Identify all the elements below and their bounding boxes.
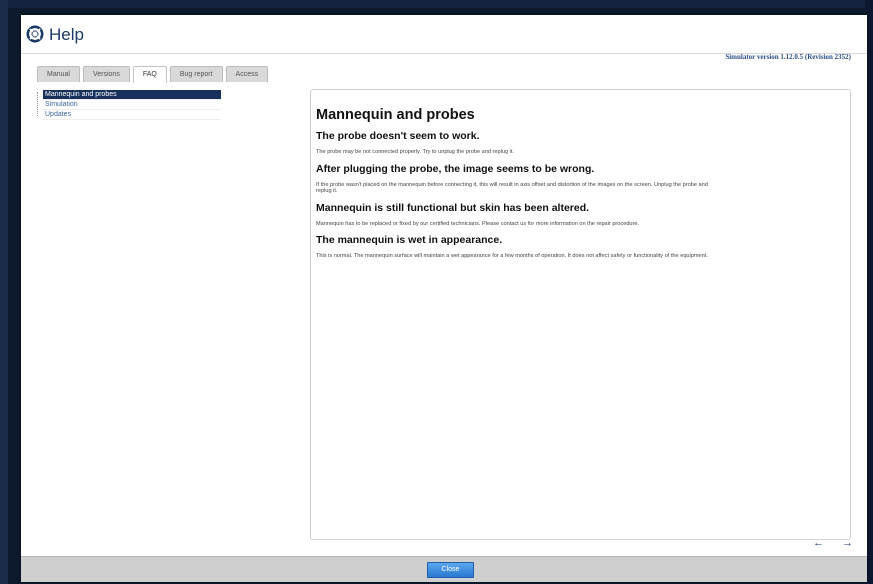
desktop-top	[0, 0, 873, 8]
help-window: Help Simulator version 1.12.0.5 (Revisio…	[21, 15, 867, 582]
tab-bar: Manual Versions FAQ Bug report Access	[37, 66, 271, 83]
faq-question: After plugging the probe, the image seem…	[316, 162, 595, 175]
tree-item-updates[interactable]: Updates	[43, 110, 221, 120]
tab-bug-report[interactable]: Bug report	[169, 66, 223, 82]
tab-access[interactable]: Access	[225, 66, 269, 82]
version-label: Simulator version 1.12.0.5 (Revision 235…	[725, 53, 851, 61]
page-title: Mannequin and probes	[316, 107, 475, 123]
faq-tree: Mannequin and probes Simulation Updates	[35, 90, 221, 120]
faq-document: Mannequin and probes The probe doesn't s…	[316, 107, 716, 267]
tree-connector	[37, 92, 39, 116]
footer-bar: Close	[21, 556, 867, 582]
desktop-left	[0, 0, 8, 584]
faq-answer: The probe may be not connected properly.…	[316, 149, 514, 155]
tab-versions[interactable]: Versions	[82, 66, 130, 82]
faq-answer: Mannequin has to be replaced or fixed by…	[316, 220, 640, 227]
arrow-left-icon[interactable]: ←	[813, 537, 824, 549]
tab-faq[interactable]: FAQ	[132, 66, 167, 83]
window-title: Help	[49, 25, 84, 44]
close-button[interactable]: Close	[427, 562, 474, 578]
tab-manual[interactable]: Manual	[37, 66, 80, 82]
content-panel: Mannequin and probes The probe doesn't s…	[310, 89, 851, 540]
page-navigation: ← →	[813, 537, 853, 549]
tree-item-simulation[interactable]: Simulation	[43, 100, 221, 110]
faq-answer: If the probe wasn't placed on the manneq…	[316, 181, 708, 195]
faq-question: Mannequin is still functional but skin h…	[316, 201, 590, 214]
tree-item-mannequin-and-probes[interactable]: Mannequin and probes	[43, 90, 221, 100]
arrow-right-icon[interactable]: →	[842, 537, 853, 549]
faq-answer: This is normal. The mannequin surface wi…	[316, 253, 708, 260]
lifebuoy-icon	[26, 25, 44, 43]
faq-question: The mannequin is wet in appearance.	[316, 234, 503, 247]
title-bar: Help	[21, 15, 867, 54]
faq-question: The probe doesn't seem to work.	[316, 130, 480, 142]
